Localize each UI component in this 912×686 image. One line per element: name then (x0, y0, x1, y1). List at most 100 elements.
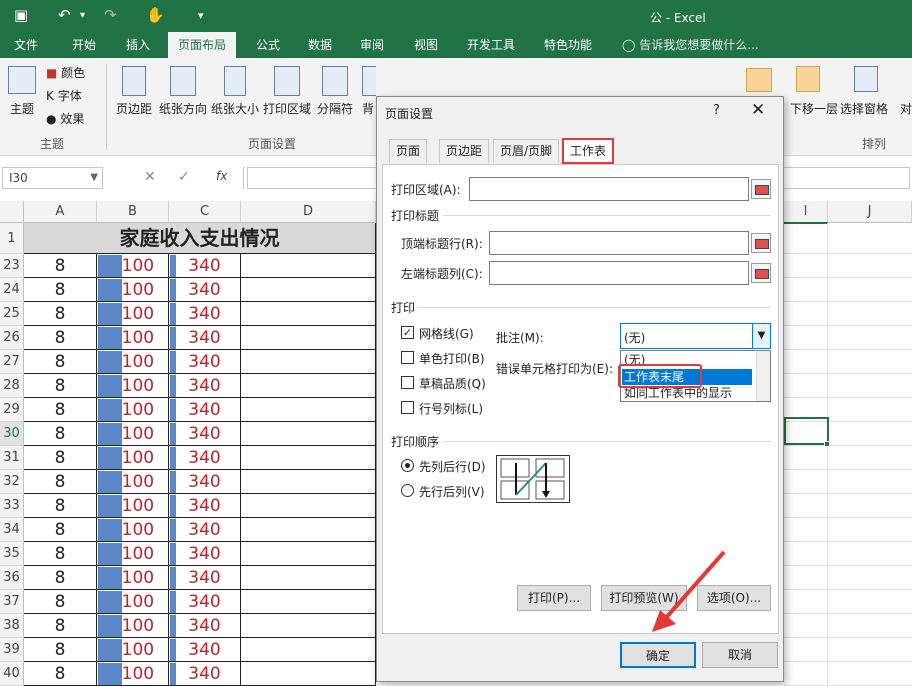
cell-a[interactable]: 8 (24, 350, 97, 374)
empty-cells[interactable] (784, 590, 912, 614)
row-header[interactable]: 39 (0, 638, 24, 662)
row-header[interactable]: 31 (0, 446, 24, 470)
colors-button[interactable]: ■ 颜色 (46, 64, 85, 81)
cell-a[interactable]: 8 (24, 638, 97, 662)
tab-review[interactable]: 审阅 (350, 32, 394, 58)
row-header[interactable]: 29 (0, 398, 24, 422)
customize-icon[interactable]: ▾ (198, 9, 204, 22)
cell-a[interactable]: 8 (24, 254, 97, 278)
column-header-j[interactable]: J (828, 201, 912, 223)
row-header[interactable]: 1 (0, 223, 24, 254)
column-header-b[interactable]: B (97, 201, 169, 223)
empty-cells[interactable] (784, 223, 912, 254)
themes-button[interactable]: 主题 (4, 62, 40, 128)
tab-developer[interactable]: 开发工具 (458, 32, 524, 58)
tab-view[interactable]: 视图 (404, 32, 448, 58)
empty-cells[interactable] (784, 542, 912, 566)
cell-c[interactable]: 340 (169, 638, 241, 662)
undo-dropdown-icon[interactable]: ▾ (80, 10, 85, 21)
name-box[interactable]: I30 ▼ (2, 167, 103, 189)
dialog-tab-page[interactable]: 页面 (389, 139, 428, 163)
tab-special[interactable]: 特色功能 (534, 32, 602, 58)
cell-d[interactable] (241, 518, 376, 542)
cell-a[interactable]: 8 (24, 614, 97, 638)
draft-checkbox[interactable] (401, 376, 414, 389)
enter-icon[interactable]: ✓ (178, 169, 190, 185)
row-header[interactable]: 30 (0, 422, 24, 446)
cell-d[interactable] (241, 494, 376, 518)
empty-cells[interactable] (784, 638, 912, 662)
active-cell-i30[interactable] (784, 417, 829, 445)
cell-c[interactable]: 340 (169, 374, 241, 398)
cell-a[interactable]: 8 (24, 398, 97, 422)
margins-button[interactable]: 页边距 (112, 62, 156, 128)
print-area-input[interactable] (469, 177, 749, 201)
dialog-tab-margins[interactable]: 页边距 (439, 139, 490, 163)
empty-cells[interactable] (784, 662, 912, 686)
empty-cells[interactable] (784, 278, 912, 302)
breaks-button[interactable]: 分隔符 (314, 62, 356, 128)
touch-icon[interactable]: ✋ (146, 6, 165, 24)
empty-cells[interactable] (784, 374, 912, 398)
row-header[interactable]: 34 (0, 518, 24, 542)
cell-c[interactable]: 340 (169, 662, 241, 686)
cell-c[interactable]: 340 (169, 326, 241, 350)
cell-d[interactable] (241, 302, 376, 326)
cell-c[interactable]: 340 (169, 518, 241, 542)
cell-a[interactable]: 8 (24, 278, 97, 302)
cell-c[interactable]: 340 (169, 470, 241, 494)
cell-c[interactable]: 340 (169, 590, 241, 614)
dialog-tab-sheet[interactable]: 工作表 (562, 138, 615, 164)
tab-page-layout[interactable]: 页面布局 (168, 32, 236, 58)
comments-select[interactable]: (无) ▼ (620, 323, 771, 349)
cell-a[interactable]: 8 (24, 326, 97, 350)
cell-c[interactable]: 340 (169, 398, 241, 422)
empty-cells[interactable] (784, 350, 912, 374)
row-header[interactable]: 23 (0, 254, 24, 278)
row-header[interactable]: 28 (0, 374, 24, 398)
cell-d[interactable] (241, 638, 376, 662)
cell-d[interactable] (241, 446, 376, 470)
ok-button[interactable]: 确定 (620, 642, 696, 668)
cell-a[interactable]: 8 (24, 542, 97, 566)
tab-home[interactable]: 开始 (62, 32, 106, 58)
cell-a[interactable]: 8 (24, 422, 97, 446)
save-icon[interactable]: ▣ (14, 6, 28, 24)
empty-cells[interactable] (784, 302, 912, 326)
cell-c[interactable]: 340 (169, 614, 241, 638)
chevron-down-icon[interactable]: ▼ (752, 324, 770, 348)
cell-a[interactable]: 8 (24, 494, 97, 518)
sheet-title-cell[interactable]: 家庭收入支出情况 (24, 223, 376, 254)
row-header[interactable]: 32 (0, 470, 24, 494)
row-header[interactable]: 35 (0, 542, 24, 566)
fill-handle[interactable] (824, 441, 830, 447)
cell-d[interactable] (241, 254, 376, 278)
row-header[interactable]: 24 (0, 278, 24, 302)
rows-repeat-input[interactable] (489, 231, 749, 255)
cell-d[interactable] (241, 662, 376, 686)
empty-cells[interactable] (784, 326, 912, 350)
cell-c[interactable]: 340 (169, 446, 241, 470)
cell-a[interactable]: 8 (24, 470, 97, 494)
empty-cells[interactable] (784, 254, 912, 278)
cell-a[interactable]: 8 (24, 566, 97, 590)
cell-c[interactable]: 340 (169, 254, 241, 278)
cell-c[interactable]: 340 (169, 302, 241, 326)
tab-formulas[interactable]: 公式 (246, 32, 290, 58)
cell-d[interactable] (241, 542, 376, 566)
tell-me-box[interactable]: ◯ 告诉我您想要做什么... (622, 32, 759, 58)
rowcol-checkbox[interactable] (401, 401, 414, 414)
effects-button[interactable]: ● 效果 (46, 110, 84, 127)
close-icon[interactable]: ✕ (751, 100, 765, 120)
row-header[interactable]: 27 (0, 350, 24, 374)
empty-cells[interactable] (784, 494, 912, 518)
cell-d[interactable] (241, 566, 376, 590)
cell-a[interactable]: 8 (24, 518, 97, 542)
tab-insert[interactable]: 插入 (116, 32, 160, 58)
cell-d[interactable] (241, 326, 376, 350)
row-header[interactable]: 36 (0, 566, 24, 590)
gridlines-checkbox[interactable]: ✓ (401, 326, 414, 339)
cell-c[interactable]: 340 (169, 542, 241, 566)
print-area-button[interactable]: 打印区域 (262, 62, 312, 128)
column-header-a[interactable]: A (24, 201, 97, 223)
